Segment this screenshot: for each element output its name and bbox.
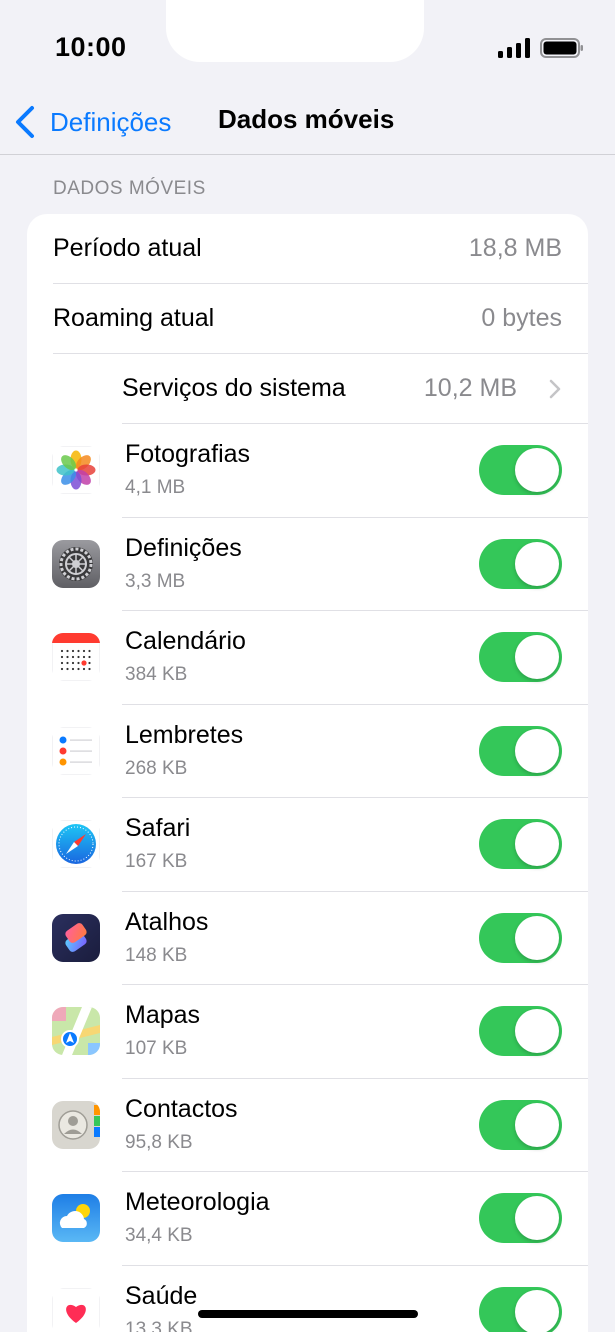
- toggle-knob: [515, 448, 559, 492]
- cellular-data-toggle[interactable]: [479, 1006, 562, 1056]
- cellular-data-toggle[interactable]: [479, 632, 562, 682]
- safari-compass-icon: [52, 820, 100, 868]
- shortcuts-icon: [52, 913, 100, 962]
- app-data-usage: 268 KB: [125, 757, 188, 779]
- toggle-knob: [515, 1196, 559, 1240]
- app-name: Saúde: [125, 1281, 198, 1310]
- app-name: Safari: [125, 814, 191, 842]
- back-button-label: Definições: [50, 106, 172, 137]
- toggle-knob: [515, 915, 559, 960]
- app-data-usage: 13,3 KB: [125, 1318, 193, 1332]
- app-row: Safari 167 KB: [27, 798, 588, 892]
- cellular-data-toggle[interactable]: [479, 725, 562, 776]
- system-services-value: 10,2 MB: [423, 374, 517, 402]
- app-name: Fotografias: [125, 440, 251, 468]
- cellular-data-toggle[interactable]: [479, 1099, 562, 1150]
- contacts-icon: [52, 1100, 100, 1149]
- cellular-data-toggle[interactable]: [479, 445, 562, 495]
- settings-gear-icon: [52, 539, 100, 588]
- app-data-usage: 167 KB: [125, 851, 188, 872]
- app-name: Lembretes: [125, 720, 244, 749]
- status-bar: 10:00: [0, 0, 615, 90]
- toggle-knob: [515, 1102, 559, 1147]
- back-button[interactable]: Definições: [14, 100, 171, 144]
- app-data-usage: 95,8 KB: [125, 1131, 193, 1153]
- current-period-label: Período atual: [53, 234, 202, 262]
- app-row: Lembretes 268 KB: [27, 705, 588, 799]
- cellular-data-toggle[interactable]: [479, 1286, 562, 1332]
- toggle-knob: [515, 541, 559, 586]
- cellular-data-toggle[interactable]: [479, 538, 562, 589]
- app-data-usage: 148 KB: [125, 944, 188, 966]
- app-name: Mapas: [125, 1001, 201, 1029]
- app-name: Meteorologia: [125, 1188, 270, 1216]
- chevron-left-icon: [16, 106, 34, 138]
- battery-icon: [540, 38, 583, 58]
- app-name: Definições: [125, 533, 242, 562]
- app-name: Contactos: [125, 1094, 238, 1123]
- current-roaming-value: 0 bytes: [481, 304, 562, 332]
- app-name: Calendário: [125, 627, 246, 655]
- calendar-icon: [52, 633, 100, 681]
- app-data-usage: 107 KB: [125, 1038, 188, 1059]
- home-indicator[interactable]: [198, 1310, 418, 1318]
- toggle-knob: [515, 1289, 559, 1332]
- app-row: Calendário 384 KB: [27, 611, 588, 705]
- navigation-bar: Definições Dados móveis: [0, 90, 615, 155]
- weather-icon: [52, 1194, 100, 1242]
- section-header: DADOS MÓVEIS: [53, 178, 206, 199]
- app-data-usage: 4,1 MB: [125, 477, 186, 498]
- app-name: Atalhos: [125, 907, 209, 936]
- app-row: Contactos 95,8 KB: [27, 1079, 588, 1173]
- health-heart-icon: [52, 1287, 100, 1332]
- system-services-row[interactable]: Serviços do sistema 10,2 MB: [27, 354, 588, 424]
- app-row: Mapas 107 KB: [27, 985, 588, 1079]
- reminders-icon: [52, 726, 100, 775]
- toggle-knob: [515, 1009, 559, 1053]
- cellular-data-toggle[interactable]: [479, 1193, 562, 1243]
- app-row: Saúde 13,3 KB: [27, 1266, 588, 1332]
- notch: [166, 0, 424, 62]
- chevron-right-icon: [549, 379, 561, 399]
- current-period-row: Período atual 18,8 MB: [27, 214, 588, 284]
- app-row: Atalhos 148 KB: [27, 892, 588, 986]
- system-services-label: Serviços do sistema: [122, 374, 346, 402]
- cellular-data-toggle[interactable]: [479, 912, 562, 963]
- current-roaming-label: Roaming atual: [53, 304, 215, 332]
- cellular-signal-icon: [498, 38, 530, 58]
- app-data-usage: 384 KB: [125, 664, 188, 685]
- status-time: 10:00: [55, 32, 127, 62]
- current-period-value: 18,8 MB: [468, 234, 562, 262]
- toggle-knob: [515, 822, 559, 866]
- mobile-data-list: Período atual 18,8 MB Roaming atual 0 by…: [27, 214, 588, 1332]
- app-row: Fotografias 4,1 MB: [27, 424, 588, 518]
- app-row: Definições 3,3 MB: [27, 518, 588, 612]
- current-roaming-row: Roaming atual 0 bytes: [27, 284, 588, 354]
- app-data-usage: 34,4 KB: [125, 1225, 193, 1246]
- page-title: Dados móveis: [218, 104, 395, 134]
- toggle-knob: [515, 635, 559, 679]
- app-row: Meteorologia 34,4 KB: [27, 1172, 588, 1266]
- cellular-data-toggle[interactable]: [479, 819, 562, 869]
- app-data-usage: 3,3 MB: [125, 570, 186, 592]
- photos-icon: [52, 446, 100, 494]
- toggle-knob: [515, 728, 559, 773]
- maps-icon: [52, 1007, 100, 1055]
